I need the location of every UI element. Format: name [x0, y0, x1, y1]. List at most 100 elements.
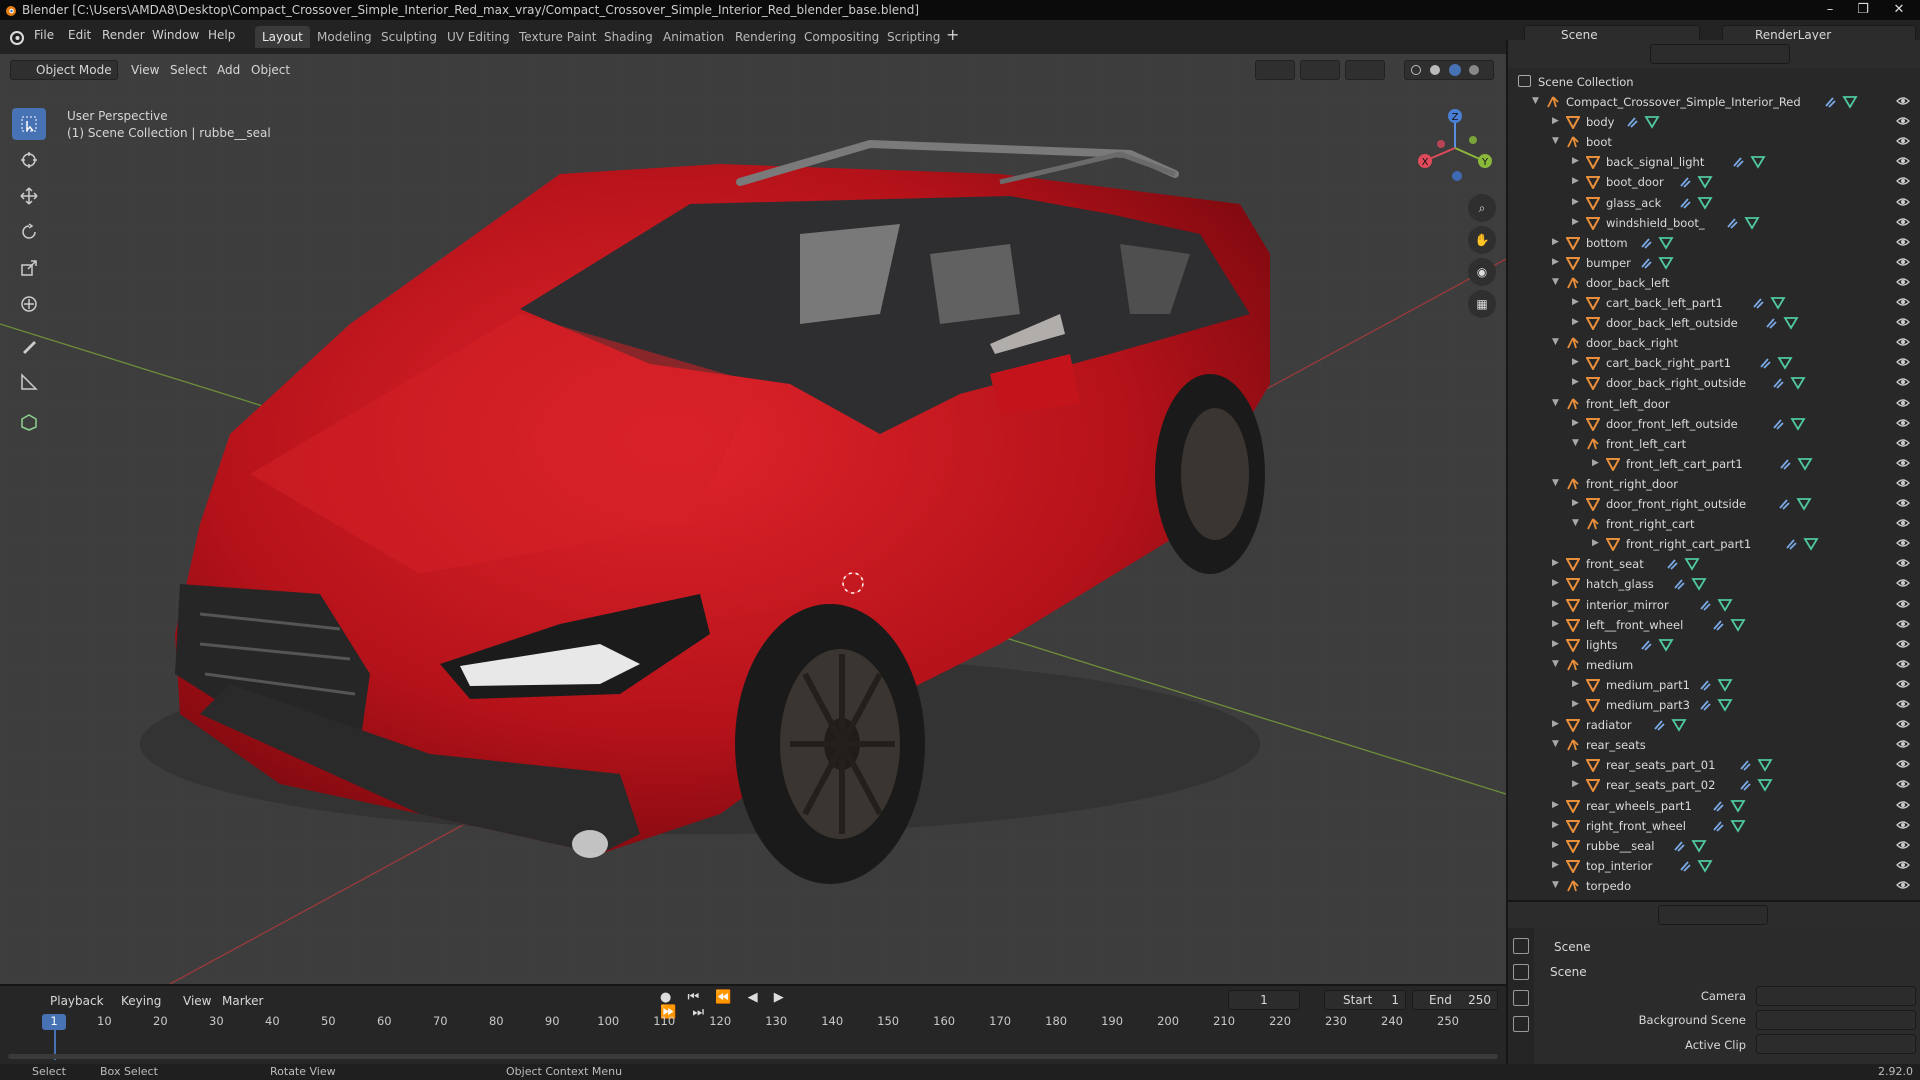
visibility-eye-icon[interactable] — [1896, 135, 1910, 147]
viewport-menu-add[interactable]: Add — [217, 63, 240, 77]
outliner-item[interactable]: ▶ back_signal_light — [1508, 152, 1918, 172]
visibility-eye-icon[interactable] — [1896, 557, 1910, 569]
background-scene-field[interactable] — [1756, 1010, 1916, 1030]
scale-tool-icon[interactable] — [12, 252, 46, 284]
visibility-eye-icon[interactable] — [1896, 457, 1910, 469]
visibility-eye-icon[interactable] — [1896, 718, 1910, 730]
visibility-eye-icon[interactable] — [1896, 598, 1910, 610]
visibility-eye-icon[interactable] — [1896, 376, 1910, 388]
outliner-item[interactable]: ▶ medium_part1 — [1508, 675, 1918, 695]
modifier-data-icons[interactable] — [1824, 95, 1864, 109]
visibility-eye-icon[interactable] — [1896, 778, 1910, 790]
modifier-data-icons[interactable] — [1666, 557, 1706, 572]
tab-shading[interactable]: Shading — [597, 26, 660, 48]
expand-arrow-icon[interactable]: ▶ — [1552, 558, 1559, 568]
viewport-menu-object[interactable]: Object — [251, 63, 290, 77]
annotate-tool-icon[interactable] — [12, 330, 46, 362]
visibility-eye-icon[interactable] — [1896, 175, 1910, 187]
camera-field[interactable] — [1756, 986, 1916, 1006]
visibility-eye-icon[interactable] — [1896, 698, 1910, 710]
modifier-data-icons[interactable] — [1679, 196, 1719, 210]
menu-render[interactable]: Render — [102, 28, 145, 42]
tab-scripting[interactable]: Scripting — [880, 26, 947, 48]
expand-arrow-icon[interactable]: ▶ — [1572, 317, 1579, 327]
outliner-root[interactable]: Scene Collection — [1508, 72, 1918, 92]
expand-arrow-icon[interactable]: ▶ — [1552, 719, 1559, 729]
modifier-data-icons[interactable] — [1772, 417, 1812, 431]
outliner-item[interactable]: ▶ medium_part3 — [1508, 695, 1918, 715]
shading-mode-buttons[interactable] — [1404, 60, 1494, 80]
expand-arrow-icon[interactable]: ▶ — [1572, 779, 1579, 789]
outliner-item[interactable]: ▼ front_right_cart — [1508, 514, 1918, 534]
3d-viewport[interactable]: Object Mode View Select Add Object User … — [0, 54, 1506, 984]
collapse-arrow-icon[interactable]: ▼ — [1532, 96, 1539, 106]
outliner-item[interactable]: ▶ door_front_right_outside — [1508, 494, 1918, 514]
expand-arrow-icon[interactable]: ▶ — [1572, 156, 1579, 166]
visibility-eye-icon[interactable] — [1896, 658, 1910, 670]
navigation-gizmo[interactable]: Z Y X — [1415, 108, 1505, 188]
visibility-eye-icon[interactable] — [1896, 95, 1910, 107]
visibility-eye-icon[interactable] — [1896, 517, 1910, 529]
view-layer-tab-icon[interactable] — [1513, 1016, 1529, 1032]
outliner-item[interactable]: ▶ bottom — [1508, 233, 1918, 253]
outliner-item[interactable]: ▶ boot_door — [1508, 172, 1918, 192]
timeline-scrollbar[interactable] — [8, 1054, 1498, 1059]
outliner-item[interactable]: ▶ lights — [1508, 635, 1918, 655]
menu-file[interactable]: File — [34, 28, 54, 42]
modifier-data-icons[interactable] — [1712, 799, 1752, 813]
rotate-tool-icon[interactable] — [12, 216, 46, 248]
visibility-eye-icon[interactable] — [1896, 316, 1910, 328]
menu-window[interactable]: Window — [152, 28, 199, 42]
menu-edit[interactable]: Edit — [68, 28, 91, 42]
outliner-item[interactable]: ▼ boot — [1508, 132, 1918, 152]
visibility-eye-icon[interactable] — [1896, 437, 1910, 449]
visibility-eye-icon[interactable] — [1896, 799, 1910, 811]
outliner-item[interactable]: ▶ front_left_cart_part1 — [1508, 454, 1918, 474]
expand-arrow-icon[interactable]: ▶ — [1552, 599, 1559, 609]
expand-arrow-icon[interactable]: ▶ — [1572, 679, 1579, 689]
tab-uv-editing[interactable]: UV Editing — [440, 26, 517, 48]
visibility-eye-icon[interactable] — [1896, 216, 1910, 228]
add-workspace-icon[interactable]: + — [946, 25, 959, 44]
expand-arrow-icon[interactable]: ▶ — [1552, 237, 1559, 247]
tab-texture-paint[interactable]: Texture Paint — [512, 26, 603, 48]
outliner-item[interactable]: ▶ front_seat — [1508, 554, 1918, 574]
visibility-eye-icon[interactable] — [1896, 296, 1910, 308]
properties-search[interactable] — [1658, 905, 1768, 925]
visibility-eye-icon[interactable] — [1896, 537, 1910, 549]
outliner-item[interactable]: ▼ torpedo — [1508, 876, 1918, 896]
expand-arrow-icon[interactable]: ▶ — [1572, 759, 1579, 769]
outliner-item[interactable]: ▼ front_left_door — [1508, 394, 1918, 414]
outliner-item[interactable]: ▶ rear_seats_part_01 — [1508, 755, 1918, 775]
render-tab-icon[interactable] — [1513, 964, 1529, 980]
tab-sculpting[interactable]: Sculpting — [374, 26, 444, 48]
visibility-eye-icon[interactable] — [1896, 155, 1910, 167]
visibility-eye-icon[interactable] — [1896, 879, 1910, 891]
outliner-item[interactable]: ▶ hatch_glass — [1508, 574, 1918, 594]
visibility-eye-icon[interactable] — [1896, 758, 1910, 770]
tool-tab-icon[interactable] — [1513, 938, 1529, 954]
collapse-arrow-icon[interactable]: ▼ — [1552, 880, 1559, 890]
collapse-arrow-icon[interactable]: ▼ — [1552, 398, 1559, 408]
select-tool-icon[interactable] — [12, 108, 46, 140]
expand-arrow-icon[interactable]: ▶ — [1552, 820, 1559, 830]
modifier-data-icons[interactable] — [1752, 296, 1792, 310]
expand-arrow-icon[interactable]: ▶ — [1592, 538, 1599, 548]
overlay-toggle-icon[interactable] — [1345, 60, 1385, 80]
expand-arrow-icon[interactable]: ▶ — [1552, 116, 1559, 126]
outliner-item[interactable]: ▶ door_front_left_outside — [1508, 414, 1918, 434]
expand-arrow-icon[interactable]: ▶ — [1572, 176, 1579, 186]
close-icon[interactable]: ✕ — [1884, 0, 1914, 20]
visibility-eye-icon[interactable] — [1896, 497, 1910, 509]
modifier-data-icons[interactable] — [1765, 316, 1805, 330]
visibility-eye-icon[interactable] — [1896, 738, 1910, 750]
expand-arrow-icon[interactable]: ▶ — [1552, 619, 1559, 629]
outliner-item[interactable]: ▶ rubbe__seal — [1508, 836, 1918, 856]
visibility-eye-icon[interactable] — [1896, 397, 1910, 409]
visibility-eye-icon[interactable] — [1896, 618, 1910, 630]
modifier-data-icons[interactable] — [1679, 859, 1719, 873]
expand-arrow-icon[interactable]: ▶ — [1552, 860, 1559, 870]
outliner-item[interactable]: ▶ door_back_right_outside — [1508, 373, 1918, 393]
modifier-data-icons[interactable] — [1679, 175, 1719, 190]
outliner-item[interactable]: ▶ bumper — [1508, 253, 1918, 273]
